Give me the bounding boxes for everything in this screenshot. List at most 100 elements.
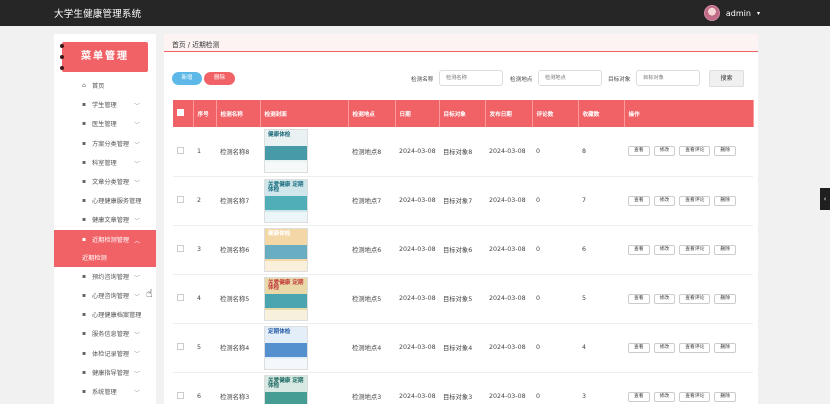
sidebar-item-label: 体检记录管理 (92, 350, 130, 358)
cell-target: 目标对象7 (439, 176, 485, 226)
cell-favs: 7 (578, 176, 624, 226)
cell-favs: 3 (578, 372, 624, 404)
cell-no: 4 (193, 274, 216, 324)
row-checkbox[interactable] (173, 323, 193, 373)
sidebar-item[interactable]: ▪ 心理咨询管理 ﹀ (54, 286, 156, 305)
filter-label-name: 检测名称 (411, 77, 434, 83)
view-comments-button[interactable]: 查看评论 (679, 342, 711, 353)
sidebar-item-label: 首页 (92, 83, 105, 91)
main-content: 首页 / 近期检测 新增 删除 检测名称 检测地点 目标对象 搜索 序号 检测名… (164, 34, 758, 404)
add-button[interactable]: 新增 (172, 72, 202, 85)
cell-no: 1 (193, 127, 216, 177)
breadcrumb[interactable]: 首页 / 近期检测 (164, 34, 758, 52)
cell-target: 目标对象6 (439, 225, 485, 275)
cell-no: 6 (193, 372, 216, 404)
sidebar-item[interactable]: ▪ 文章分类管理 ﹀ (54, 172, 156, 191)
sidebar-item[interactable]: ▪ 健康指导管理 ﹀ (54, 363, 156, 382)
view-button[interactable]: 查看 (628, 244, 650, 255)
delete-row-button[interactable]: 删除 (714, 146, 737, 157)
cover-title: 健康体检 (268, 230, 291, 237)
cell-cover: 健康体检 (260, 225, 348, 275)
chevron-icon: ﹀ (133, 122, 140, 130)
sidebar-item[interactable]: ▪ 心理健康档案管理 (54, 305, 156, 324)
search-button[interactable]: 搜索 (709, 70, 744, 87)
data-table: 序号 检测名称 检测封面 检测地点 日期 目标对象 发布日期 评论数 收藏数 操… (173, 100, 754, 404)
sidebar-item[interactable]: ▪ 体检记录管理 ﹀ (54, 343, 156, 362)
view-button[interactable]: 查看 (628, 293, 650, 304)
delete-button[interactable]: 删除 (204, 72, 235, 85)
row-checkbox[interactable] (173, 274, 193, 324)
edit-button[interactable]: 修改 (653, 146, 676, 157)
delete-row-button[interactable]: 删除 (714, 391, 737, 402)
sidebar-item[interactable]: ▪ 方案分类管理 ﹀ (54, 134, 156, 153)
column-header: 收藏数 (578, 100, 625, 127)
menu-icon: ▪ (82, 349, 87, 357)
sidebar-item[interactable]: ⌂ 首页 (54, 76, 156, 95)
sidebar-item[interactable]: ▪ 科室管理 ﹀ (54, 153, 156, 172)
view-button[interactable]: 查看 (628, 391, 650, 402)
cell-comments: 0 (532, 176, 578, 226)
view-button[interactable]: 查看 (628, 195, 650, 206)
chevron-icon: ﹀ (133, 160, 140, 168)
row-checkbox[interactable] (173, 176, 193, 226)
menu-icon: ⌂ (82, 82, 86, 90)
delete-row-button[interactable]: 删除 (714, 293, 737, 304)
sidebar-item-label: 健康文章管理 (92, 217, 130, 225)
view-comments-button[interactable]: 查看评论 (679, 391, 711, 402)
user-menu[interactable]: admin ▾ (703, 3, 760, 23)
edit-button[interactable]: 修改 (653, 195, 676, 206)
row-checkbox[interactable] (173, 127, 193, 177)
place-search-input[interactable] (538, 70, 602, 86)
cell-date: 2024-03-08 (395, 372, 439, 404)
edit-button[interactable]: 修改 (653, 391, 676, 402)
delete-row-button[interactable]: 删除 (714, 195, 737, 206)
sidebar-item[interactable]: ▪ 预约咨询管理 ﹀ (54, 267, 156, 286)
delete-row-button[interactable]: 删除 (714, 342, 737, 353)
cell-target: 目标对象8 (439, 127, 485, 177)
chevron-icon: ﹀ (133, 370, 140, 378)
row-checkbox[interactable] (173, 225, 193, 275)
name-search-input[interactable] (439, 70, 503, 86)
side-collapse-tab[interactable]: ‹ (820, 188, 830, 210)
sidebar-item[interactable]: ▪ 健康文章管理 ﹀ (54, 210, 156, 229)
view-comments-button[interactable]: 查看评论 (679, 146, 711, 157)
chevron-icon: ﹀ (133, 332, 140, 340)
target-search-input[interactable] (636, 70, 700, 86)
sidebar-menu: ⌂ 首页 ▪ 学生管理 ﹀ ▪ 医生管理 ﹀ ▪ 方案分类管理 ﹀ ▪ 科室管理 ﹀ ▪ 文章分类管理 ﹀ ▪ 心理… (54, 76, 156, 401)
app-title: 大学生健康管理系统 (54, 9, 142, 20)
sidebar-item[interactable]: ▪ 系统管理 ﹀ (54, 382, 156, 401)
row-checkbox[interactable] (173, 372, 193, 404)
cell-actions: 查看 修改 查看评论 删除 (624, 176, 753, 226)
view-comments-button[interactable]: 查看评论 (679, 244, 711, 255)
avatar[interactable] (703, 5, 720, 21)
sidebar-item[interactable]: ▪ 服务信息管理 ﹀ (54, 324, 156, 343)
sidebar-item[interactable]: ▪ 医生管理 ﹀ (54, 114, 156, 133)
cover-image: 关爱健康 定期体检 (264, 276, 308, 321)
edit-button[interactable]: 修改 (653, 342, 676, 353)
chevron-icon: ﹀ (133, 274, 140, 282)
sidebar-item[interactable]: ▪ 近期检测管理 ︿ (54, 229, 156, 249)
mouse-cursor-icon: ☝ (146, 287, 153, 300)
sidebar-subitem-recent-check[interactable]: 近期检测 (54, 248, 156, 267)
sidebar-item[interactable]: ▪ 心理健康服务管理 (54, 191, 156, 210)
view-comments-button[interactable]: 查看评论 (679, 293, 711, 304)
edit-button[interactable]: 修改 (653, 244, 676, 255)
view-button[interactable]: 查看 (628, 146, 650, 157)
sidebar-item[interactable]: ▪ 学生管理 ﹀ (54, 95, 156, 114)
view-button[interactable]: 查看 (628, 342, 650, 353)
chevron-down-icon[interactable]: ▾ (757, 10, 760, 17)
cell-date: 2024-03-08 (395, 225, 439, 275)
select-all-checkbox[interactable] (173, 100, 194, 127)
username[interactable]: admin (726, 9, 751, 18)
cell-name: 检测名称5 (216, 274, 260, 324)
view-comments-button[interactable]: 查看评论 (679, 195, 711, 206)
edit-button[interactable]: 修改 (653, 293, 676, 304)
cell-comments: 0 (532, 274, 578, 324)
cell-actions: 查看 修改 查看评论 删除 (624, 274, 753, 324)
menu-icon: ▪ (82, 330, 87, 338)
cell-pub-date: 2024-03-08 (485, 372, 532, 404)
filter-label-place: 检测地点 (510, 77, 533, 83)
delete-row-button[interactable]: 删除 (714, 244, 737, 255)
cell-comments: 0 (532, 372, 578, 404)
cell-target: 目标对象5 (439, 274, 485, 324)
